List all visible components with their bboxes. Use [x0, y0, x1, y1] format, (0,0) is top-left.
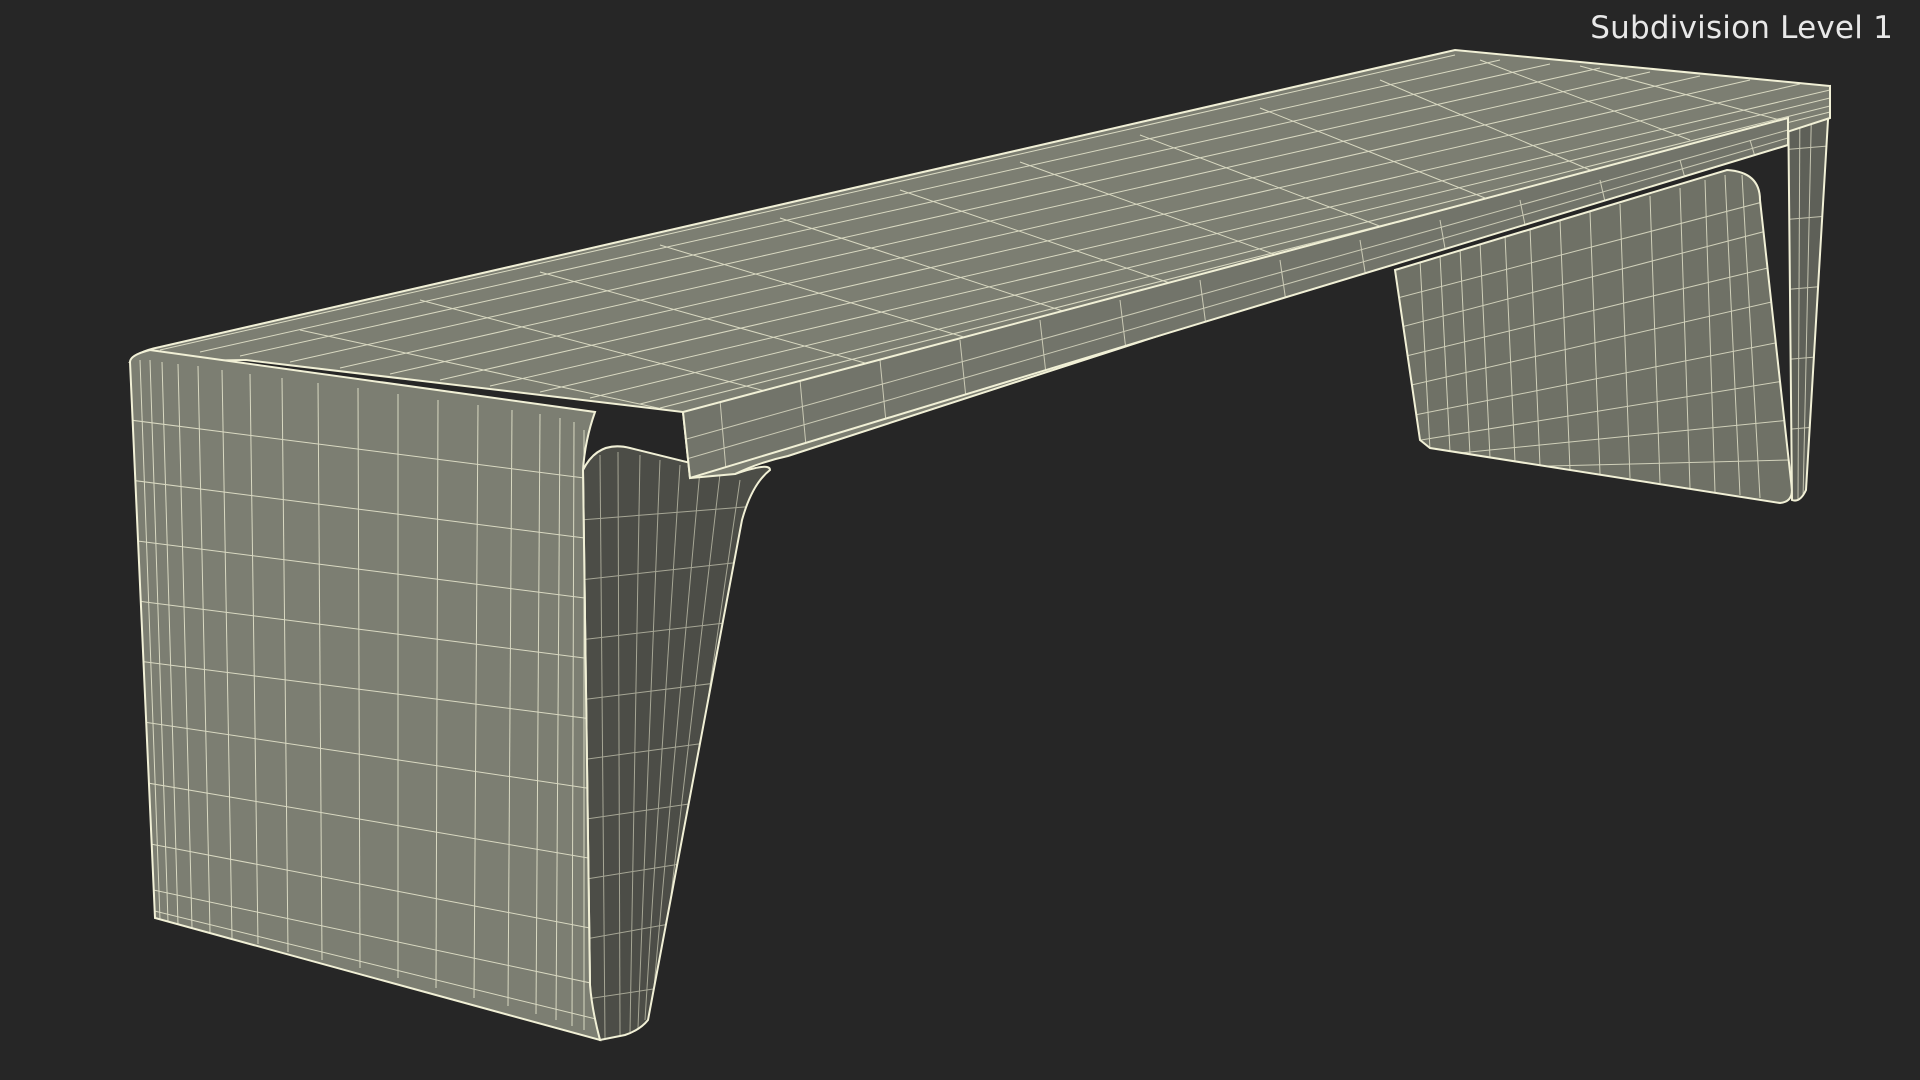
right-edge — [1786, 84, 1832, 502]
bench-wireframe-model — [128, 48, 1832, 1042]
left-leg-inner — [581, 445, 772, 1042]
render-viewport: Subdivision Level 1 — [0, 0, 1920, 1080]
left-leg-front — [128, 348, 602, 1042]
